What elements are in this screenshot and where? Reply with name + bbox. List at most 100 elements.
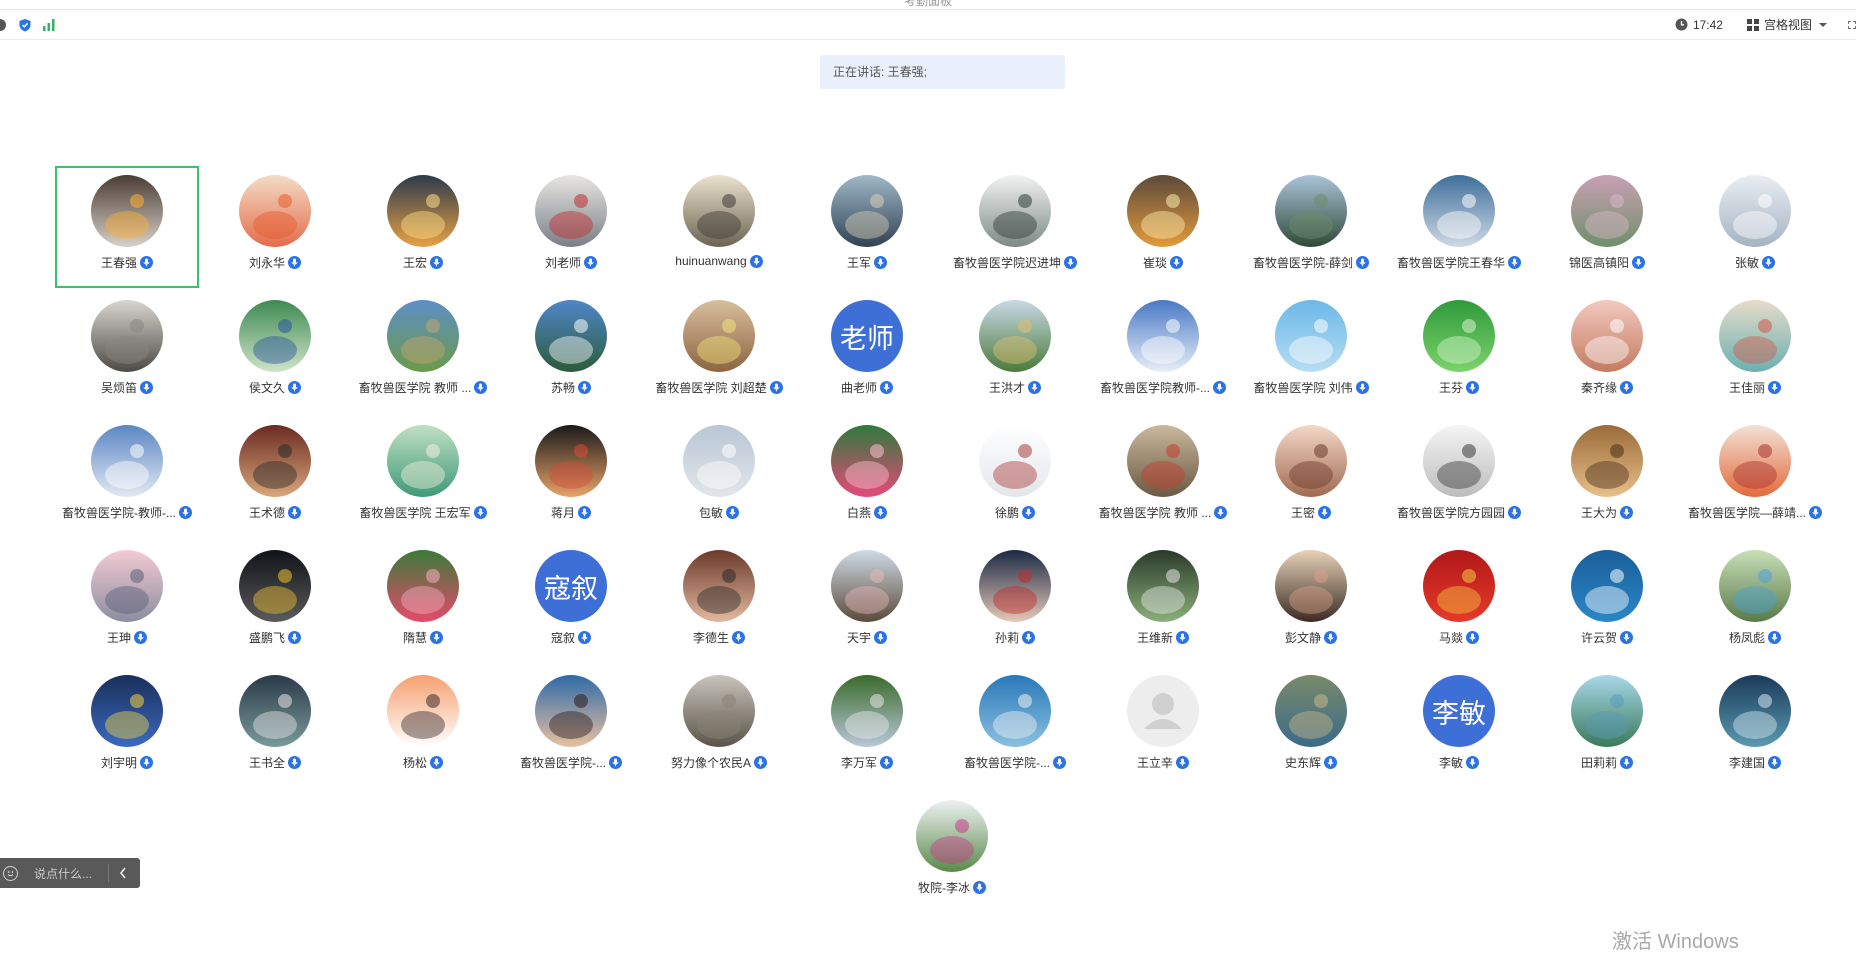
avatar xyxy=(1423,550,1495,622)
top-toolbar: 17:42 宫格视图 xyxy=(0,9,1856,40)
participant-tile[interactable]: 老师 曲老师 xyxy=(793,287,941,412)
view-mode-dropdown[interactable]: 宫格视图 xyxy=(1746,16,1828,33)
participant-grid-last-row: 牧院-李冰 xyxy=(878,787,1026,896)
participant-tile[interactable]: 崔琰 xyxy=(1089,162,1237,287)
participant-tile[interactable]: 盛鹏飞 xyxy=(201,537,349,662)
participant-tile[interactable]: 侯文久 xyxy=(201,287,349,412)
participant-tile[interactable]: 努力像个农民A xyxy=(645,662,793,787)
participant-name-row: 崔琰 xyxy=(1143,254,1183,271)
avatar-photo xyxy=(387,550,459,622)
participant-tile[interactable]: 畜牧兽医学院 刘伟 xyxy=(1237,287,1385,412)
participant-tile[interactable]: 张敏 xyxy=(1681,162,1829,287)
participant-tile[interactable]: 王洪才 xyxy=(941,287,1089,412)
chat-input[interactable]: 说点什么... xyxy=(34,865,108,882)
chevron-left-icon xyxy=(119,867,126,879)
participant-tile[interactable]: 刘老师 xyxy=(497,162,645,287)
participant-name-row: 杨凤彪 xyxy=(1729,629,1781,646)
participant-tile[interactable]: 吴烦笛 xyxy=(53,287,201,412)
fullscreen-icon[interactable] xyxy=(1848,18,1856,32)
avatar-photo xyxy=(1571,300,1643,372)
participant-tile[interactable]: 畜牧兽医学院 王宏军 xyxy=(349,412,497,537)
avatar xyxy=(831,550,903,622)
avatar-photo xyxy=(535,300,607,372)
participant-name: 刘宇明 xyxy=(100,756,137,770)
participant-tile[interactable]: 史东辉 xyxy=(1237,662,1385,787)
participant-tile[interactable]: 王军 xyxy=(793,162,941,287)
participant-name-row: 孙莉 xyxy=(995,629,1035,646)
participant-name-row: 刘宇明 xyxy=(101,754,153,771)
participant-tile[interactable]: 苏畅 xyxy=(497,287,645,412)
participant-tile[interactable]: 彭文静 xyxy=(1237,537,1385,662)
participant-tile[interactable]: 包敏 xyxy=(645,412,793,537)
participant-tile[interactable]: 王珅 xyxy=(53,537,201,662)
participant-tile[interactable]: 畜牧兽医学院-... xyxy=(497,662,645,787)
participant-tile[interactable]: 王佳丽 xyxy=(1681,287,1829,412)
participant-tile[interactable]: 刘宇明 xyxy=(53,662,201,787)
participant-tile-active-speaker[interactable]: 王春强 xyxy=(53,162,201,288)
avatar-text: 老师 xyxy=(840,323,894,355)
participant-tile[interactable]: 李万军 xyxy=(793,662,941,787)
participant-tile[interactable]: 王宏 xyxy=(349,162,497,287)
participant-tile[interactable]: 王立辛 xyxy=(1089,662,1237,787)
participant-tile[interactable]: 蒋月 xyxy=(497,412,645,537)
microphone-icon xyxy=(288,756,301,769)
participant-name-row: 彭文静 xyxy=(1285,629,1337,646)
participant-name-row: 隋慧 xyxy=(403,629,443,646)
participant-tile[interactable]: 李德生 xyxy=(645,537,793,662)
participant-tile[interactable]: 许云贺 xyxy=(1533,537,1681,662)
participant-name-row: 刘永华 xyxy=(249,254,301,271)
participant-tile[interactable]: 畜牧兽医学院教师-... xyxy=(1089,287,1237,412)
participant-tile[interactable]: 寇叙 寇叙 xyxy=(497,537,645,662)
participant-tile[interactable]: 锦医高镇阳 xyxy=(1533,162,1681,287)
participant-tile[interactable]: 畜牧兽医学院-... xyxy=(941,662,1089,787)
participant-tile[interactable]: 王大为 xyxy=(1533,412,1681,537)
participant-tile[interactable]: 畜牧兽医学院-薛剑 xyxy=(1237,162,1385,287)
microphone-icon xyxy=(880,756,893,769)
participant-tile[interactable]: 杨凤彪 xyxy=(1681,537,1829,662)
participant-tile[interactable]: 王术德 xyxy=(201,412,349,537)
participant-tile[interactable]: 王维新 xyxy=(1089,537,1237,662)
participant-tile[interactable]: 王书全 xyxy=(201,662,349,787)
grid-view-icon xyxy=(1746,18,1759,31)
participant-tile[interactable]: 马燚 xyxy=(1385,537,1533,662)
info-icon[interactable] xyxy=(0,18,8,32)
participant-tile[interactable]: 畜牧兽医学院—薛靖... xyxy=(1681,412,1829,537)
avatar xyxy=(1127,550,1199,622)
shield-icon[interactable] xyxy=(18,18,32,32)
participant-name-row: 努力像个农民A xyxy=(671,754,767,771)
avatar-photo xyxy=(1275,175,1347,247)
participant-tile[interactable]: 秦齐缘 xyxy=(1533,287,1681,412)
microphone-icon xyxy=(1170,256,1183,269)
participant-tile[interactable]: 畜牧兽医学院王春华 xyxy=(1385,162,1533,287)
participant-tile[interactable]: 田莉莉 xyxy=(1533,662,1681,787)
emoji-icon[interactable] xyxy=(3,865,18,881)
avatar-photo xyxy=(1275,550,1347,622)
participant-tile[interactable]: 白燕 xyxy=(793,412,941,537)
participant-tile[interactable]: huinuanwang xyxy=(645,162,793,287)
avatar: 李敏 xyxy=(1423,675,1495,747)
participant-tile[interactable]: 徐鹏 xyxy=(941,412,1089,537)
participant-tile[interactable]: 王芬 xyxy=(1385,287,1533,412)
microphone-icon xyxy=(134,631,147,644)
participant-tile[interactable]: 孙莉 xyxy=(941,537,1089,662)
collapse-chat-button[interactable] xyxy=(109,867,136,879)
participant-tile[interactable]: 杨松 xyxy=(349,662,497,787)
participant-tile[interactable]: 李建国 xyxy=(1681,662,1829,787)
participant-tile[interactable]: 天宇 xyxy=(793,537,941,662)
participant-tile[interactable]: 畜牧兽医学院迟进坤 xyxy=(941,162,1089,287)
participant-tile[interactable]: 李敏 李敏 xyxy=(1385,662,1533,787)
participant-name: 李万军 xyxy=(840,756,877,770)
participant-tile[interactable]: 刘永华 xyxy=(201,162,349,287)
participant-tile[interactable]: 畜牧兽医学院-教师-... xyxy=(53,412,201,537)
participant-tile[interactable]: 牧院-李冰 xyxy=(878,787,1026,896)
participant-tile[interactable]: 王密 xyxy=(1237,412,1385,537)
participant-tile[interactable]: 畜牧兽医学院 教师 ... xyxy=(1089,412,1237,537)
participant-name-row: 畜牧兽医学院—薛靖... xyxy=(1688,504,1822,521)
participant-tile[interactable]: 畜牧兽医学院 刘超楚 xyxy=(645,287,793,412)
signal-icon[interactable] xyxy=(42,18,56,31)
participant-tile[interactable]: 畜牧兽医学院方园园 xyxy=(1385,412,1533,537)
participant-tile[interactable]: 畜牧兽医学院 教师 ... xyxy=(349,287,497,412)
microphone-icon xyxy=(1762,256,1775,269)
avatar-photo xyxy=(1127,175,1199,247)
participant-tile[interactable]: 隋慧 xyxy=(349,537,497,662)
